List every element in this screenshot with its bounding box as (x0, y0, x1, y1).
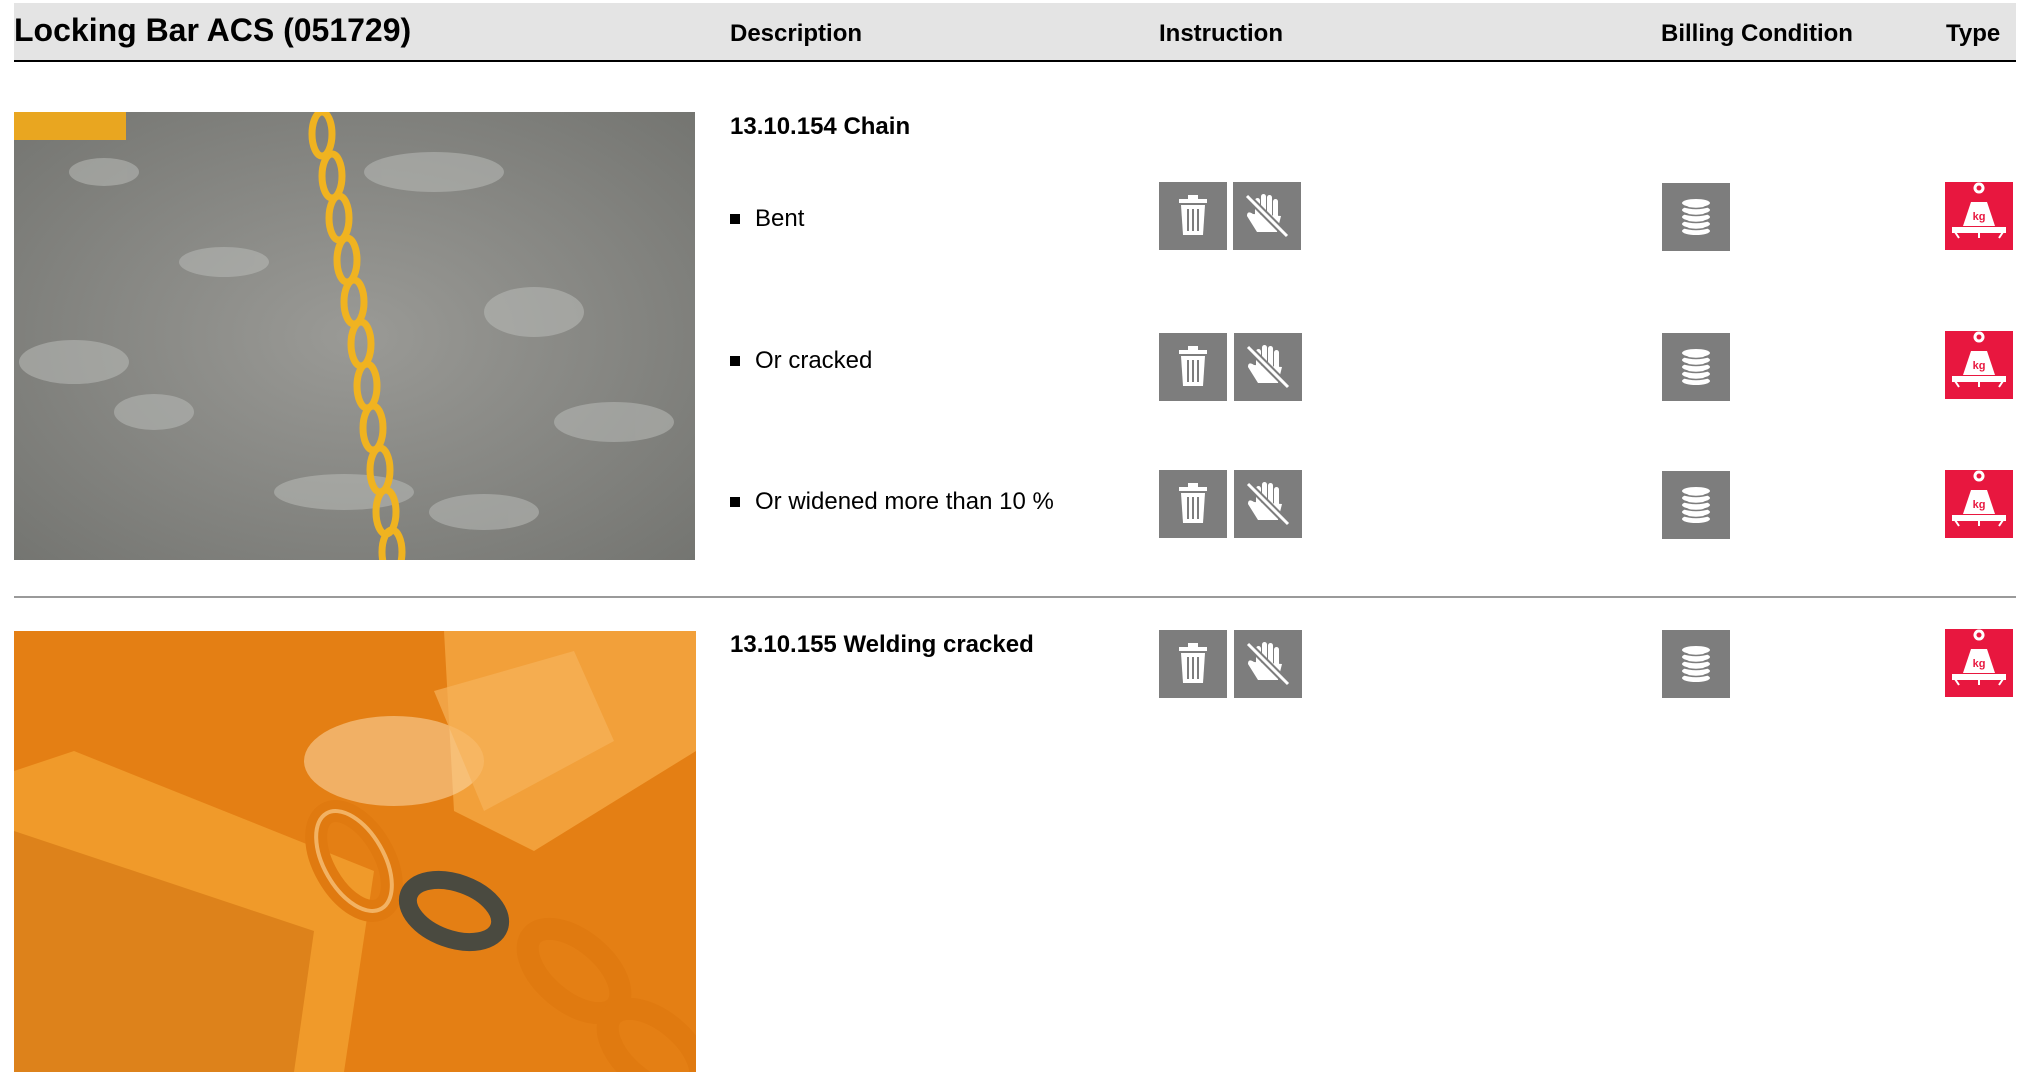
bullet-icon (730, 356, 740, 366)
weight-kg-icon: kg (1945, 182, 2013, 250)
weight-kg-icon: kg (1945, 629, 2013, 697)
no-hand-icon (1234, 470, 1302, 538)
list-item: Or cracked (730, 347, 872, 375)
section-title: 13.10.154 Chain (730, 113, 911, 140)
chain-photo (14, 112, 695, 560)
column-header-billing-condition: Billing Condition (1661, 20, 1853, 47)
list-item: Bent (730, 205, 804, 233)
table-header: Locking Bar ACS (051729) Description Ins… (14, 3, 2016, 62)
no-hand-icon (1234, 333, 1302, 401)
weight-kg-text: kg (1973, 360, 1986, 372)
bullet-icon (730, 214, 740, 224)
welding-photo (14, 631, 696, 1072)
trash-icon (1159, 470, 1227, 538)
trash-icon (1159, 333, 1227, 401)
item-label: Bent (755, 205, 805, 232)
weight-kg-text: kg (1973, 658, 1986, 670)
coin-stack-icon (1662, 333, 1730, 401)
trash-icon (1159, 182, 1227, 250)
section-divider (14, 596, 2016, 598)
column-header-instruction: Instruction (1159, 20, 1283, 47)
section-title: 13.10.155 Welding cracked (730, 631, 1034, 658)
coin-stack-icon (1662, 630, 1730, 698)
coin-stack-icon (1662, 471, 1730, 539)
column-header-type: Type (1946, 20, 2001, 47)
column-header-description: Description (730, 20, 863, 47)
bullet-icon (730, 497, 740, 507)
no-hand-icon (1234, 630, 1302, 698)
coin-stack-icon (1662, 183, 1730, 251)
page-title: Locking Bar ACS (051729) (14, 12, 412, 48)
weight-kg-text: kg (1973, 211, 1986, 223)
item-label: Or widened more than 10 % (755, 488, 1054, 515)
weight-kg-icon: kg (1945, 470, 2013, 538)
trash-icon (1159, 630, 1227, 698)
weight-kg-text: kg (1973, 499, 1986, 511)
weight-kg-icon: kg (1945, 331, 2013, 399)
item-label: Or cracked (755, 347, 873, 374)
no-hand-icon (1233, 182, 1301, 250)
list-item: Or widened more than 10 % (730, 488, 1054, 516)
